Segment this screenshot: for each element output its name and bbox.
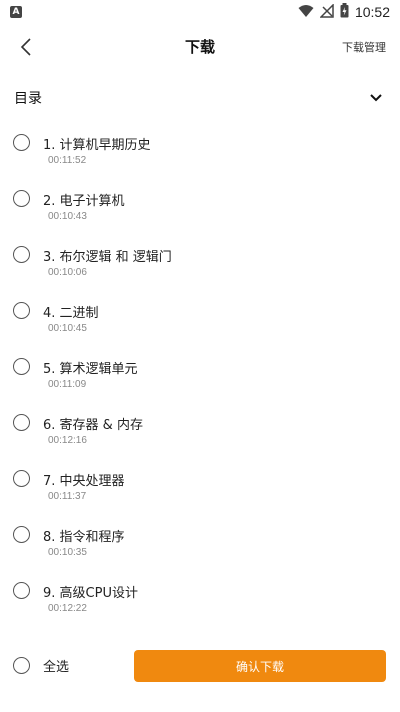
- chapter-item[interactable]: 8. 指令和程序 00:10:35: [0, 512, 400, 568]
- chapter-title: 8. 指令和程序: [43, 530, 125, 545]
- chapter-item[interactable]: 5. 算术逻辑单元 00:11:09: [0, 344, 400, 400]
- chapter-duration: 00:11:52: [48, 155, 87, 166]
- wifi-icon: [298, 3, 314, 22]
- chapter-title: 6. 寄存器 & 内存: [43, 418, 143, 433]
- select-all-radio[interactable]: [13, 657, 30, 674]
- status-left: A: [10, 6, 22, 18]
- no-signal-icon: [319, 2, 334, 22]
- chapter-title: 3. 布尔逻辑 和 逻辑门: [43, 250, 172, 265]
- confirm-download-button[interactable]: 确认下载: [134, 650, 386, 682]
- chapter-duration: 00:12:22: [48, 603, 87, 614]
- app-bar: 下载 下载管理: [0, 24, 400, 70]
- chapter-duration: 00:11:37: [48, 491, 87, 502]
- chapter-item[interactable]: 3. 布尔逻辑 和 逻辑门 00:10:06: [0, 232, 400, 288]
- chapter-title: 1. 计算机早期历史: [43, 138, 151, 153]
- battery-charging-icon: [340, 2, 349, 22]
- chapter-radio[interactable]: [13, 246, 30, 263]
- catalog-header[interactable]: 目录: [0, 80, 400, 116]
- page-title: 下载: [184, 38, 215, 56]
- chapter-radio[interactable]: [13, 582, 30, 599]
- chapter-item[interactable]: 2. 电子计算机 00:10:43: [0, 176, 400, 232]
- chapter-radio[interactable]: [13, 414, 30, 431]
- chapter-item[interactable]: 7. 中央处理器 00:11:37: [0, 456, 400, 512]
- download-manage-link[interactable]: 下载管理: [342, 39, 386, 55]
- chapter-title: 2. 电子计算机: [43, 194, 125, 209]
- chapter-duration: 00:10:43: [48, 211, 87, 222]
- chapter-radio[interactable]: [13, 526, 30, 543]
- chapter-title: 9. 高级CPU设计: [43, 586, 138, 601]
- status-bar: A 10:52: [0, 0, 400, 24]
- chapter-item[interactable]: 1. 计算机早期历史 00:11:52: [0, 120, 400, 176]
- chapter-radio[interactable]: [13, 470, 30, 487]
- chapter-radio[interactable]: [13, 302, 30, 319]
- chapter-radio[interactable]: [13, 190, 30, 207]
- chapter-title: 5. 算术逻辑单元: [43, 362, 138, 377]
- notification-a-icon: A: [10, 6, 22, 18]
- chapter-radio[interactable]: [13, 358, 30, 375]
- chapter-radio[interactable]: [13, 134, 30, 151]
- status-time: 10:52: [354, 4, 390, 20]
- chevron-down-icon[interactable]: [370, 94, 382, 102]
- bottom-action-bar: 全选 确认下载: [0, 646, 400, 686]
- chapter-duration: 00:10:06: [48, 267, 87, 278]
- chapter-title: 7. 中央处理器: [43, 474, 125, 489]
- chapter-item[interactable]: 6. 寄存器 & 内存 00:12:16: [0, 400, 400, 456]
- chapter-list: 1. 计算机早期历史 00:11:52 2. 电子计算机 00:10:43 3.…: [0, 120, 400, 624]
- chapter-duration: 00:11:09: [48, 379, 87, 390]
- chapter-duration: 00:12:16: [48, 435, 87, 446]
- select-all-toggle[interactable]: 全选: [13, 656, 69, 675]
- chapter-item[interactable]: 4. 二进制 00:10:45: [0, 288, 400, 344]
- chapter-item[interactable]: 9. 高级CPU设计 00:12:22: [0, 568, 400, 624]
- status-right: 10:52: [298, 2, 390, 22]
- select-all-label: 全选: [43, 660, 70, 675]
- chapter-duration: 00:10:35: [48, 547, 87, 558]
- chapter-duration: 00:10:45: [48, 323, 87, 334]
- catalog-title: 目录: [14, 91, 42, 107]
- chapter-title: 4. 二进制: [43, 306, 99, 321]
